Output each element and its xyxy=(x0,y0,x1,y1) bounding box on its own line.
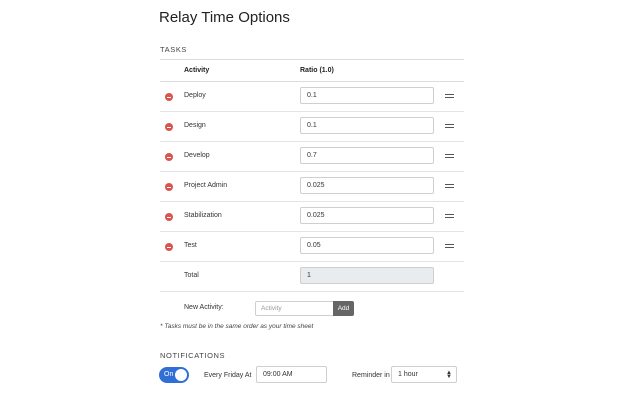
new-activity-input[interactable]: Activity xyxy=(255,301,333,316)
remove-icon[interactable] xyxy=(165,213,173,221)
toggle-label: On xyxy=(164,370,174,378)
drag-handle-icon[interactable] xyxy=(445,154,454,159)
remove-icon[interactable] xyxy=(165,153,173,161)
notification-time-input[interactable]: 09:00 AM xyxy=(256,366,327,383)
total-value: 1 xyxy=(300,267,434,284)
drag-handle-icon[interactable] xyxy=(445,94,454,99)
activity-name: Stabilization xyxy=(184,212,222,219)
every-friday-label: Every Friday At xyxy=(204,372,252,379)
reminder-select[interactable]: 1 hour ▲ ▼ xyxy=(391,366,457,383)
table-row: Stabilization 0.025 xyxy=(160,202,464,232)
toggle-knob xyxy=(175,369,187,381)
table-row: Design 0.1 xyxy=(160,112,464,142)
add-activity-button[interactable]: Add xyxy=(333,301,354,316)
ratio-column-header: Ratio (1.0) xyxy=(300,67,334,74)
ratio-input[interactable]: 0.1 xyxy=(300,87,434,104)
remove-icon[interactable] xyxy=(165,93,173,101)
reminder-label: Reminder in xyxy=(352,372,390,379)
table-row: Develop 0.7 xyxy=(160,142,464,172)
drag-handle-icon[interactable] xyxy=(445,244,454,249)
remove-icon[interactable] xyxy=(165,243,173,251)
activity-name: Design xyxy=(184,122,206,129)
tasks-table-header: Activity Ratio (1.0) xyxy=(160,59,464,82)
activity-name: Develop xyxy=(184,152,210,159)
options-page: Relay Time Options TASKS Activity Ratio … xyxy=(0,0,640,400)
ratio-input[interactable]: 0.7 xyxy=(300,147,434,164)
notifications-section-label: NOTIFICATIONS xyxy=(160,351,226,360)
notifications-toggle[interactable]: On xyxy=(159,367,189,383)
page-title: Relay Time Options xyxy=(159,9,290,26)
tasks-order-note: * Tasks must be in the same order as you… xyxy=(160,323,314,330)
remove-icon[interactable] xyxy=(165,123,173,131)
drag-handle-icon[interactable] xyxy=(445,214,454,219)
total-label: Total xyxy=(184,272,199,279)
table-row: Test 0.05 xyxy=(160,232,464,262)
activity-name: Project Admin xyxy=(184,182,228,189)
table-row: Project Admin 0.025 xyxy=(160,172,464,202)
reminder-selected-value: 1 hour xyxy=(398,371,418,378)
new-activity-row: New Activity: Activity Add xyxy=(160,296,464,318)
ratio-input[interactable]: 0.025 xyxy=(300,207,434,224)
drag-handle-icon[interactable] xyxy=(445,124,454,129)
activity-column-header: Activity xyxy=(184,67,210,74)
activity-name: Test xyxy=(184,242,197,249)
select-caret-icon: ▲ ▼ xyxy=(446,370,452,380)
tasks-section-label: TASKS xyxy=(160,45,188,54)
remove-icon[interactable] xyxy=(165,183,173,191)
ratio-input[interactable]: 0.025 xyxy=(300,177,434,194)
ratio-input[interactable]: 0.05 xyxy=(300,237,434,254)
drag-handle-icon[interactable] xyxy=(445,184,454,189)
new-activity-label: New Activity: xyxy=(184,304,224,311)
table-row: Deploy 0.1 xyxy=(160,82,464,112)
activity-name: Deploy xyxy=(184,92,206,99)
tasks-table: Activity Ratio (1.0) Deploy 0.1 Design 0… xyxy=(160,59,464,292)
ratio-input[interactable]: 0.1 xyxy=(300,117,434,134)
total-row: Total 1 xyxy=(160,262,464,292)
